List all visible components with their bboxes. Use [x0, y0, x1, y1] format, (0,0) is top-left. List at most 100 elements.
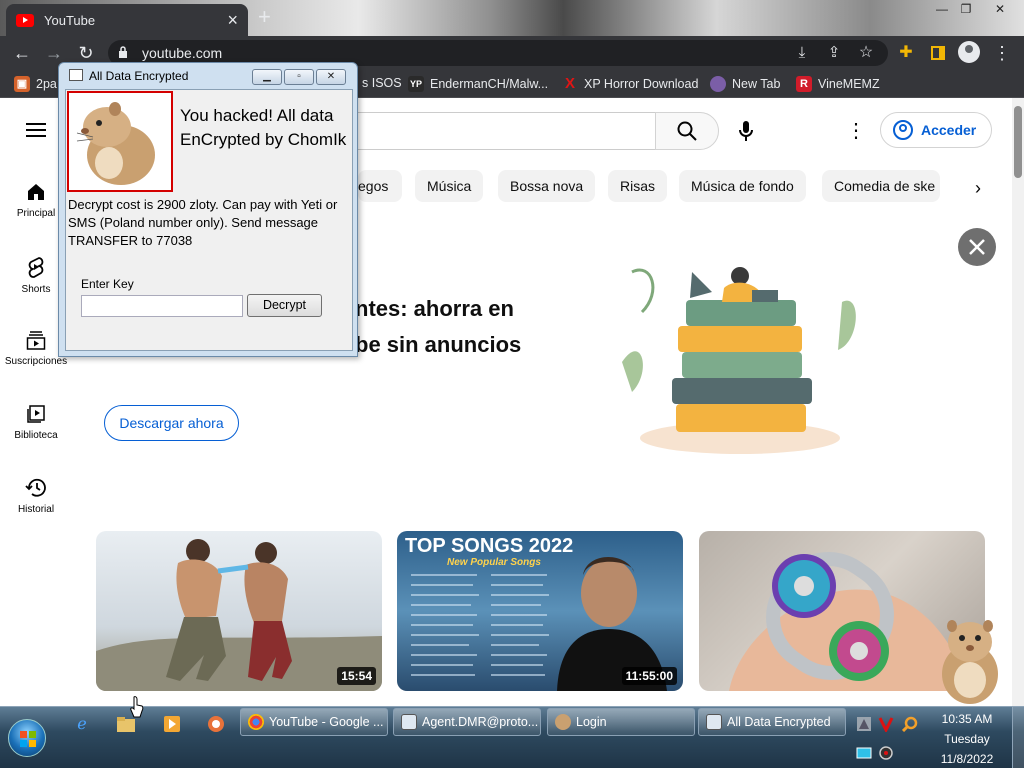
chip-label: Música — [427, 178, 472, 194]
search-button[interactable] — [655, 112, 719, 150]
antivirus-v-icon[interactable] — [878, 716, 894, 732]
chip-risas[interactable]: Risas — [608, 170, 668, 202]
taskbar-button-youtube[interactable]: YouTube - Google ... — [240, 708, 388, 736]
bookmark-item[interactable]: New Tab — [710, 76, 780, 92]
taskbar-button-label: YouTube - Google ... — [269, 715, 384, 729]
subscriptions-icon — [26, 331, 46, 350]
dialog-maximize-button[interactable]: ▫ — [284, 69, 314, 85]
system-clock[interactable]: 10:35 AM Tuesday 11/8/2022 — [930, 709, 1004, 768]
sidebar-item-library[interactable]: Biblioteca — [0, 404, 72, 441]
clock-time: 10:35 AM — [941, 712, 993, 726]
start-button[interactable] — [8, 719, 46, 757]
ransom-message: Decrypt cost is 2900 zloty. Can pay with… — [68, 197, 338, 248]
microphone-icon[interactable] — [736, 120, 756, 142]
bookmark-item[interactable]: s ISOS — [362, 76, 402, 90]
bookmark-item[interactable]: YP EndermanCH/Malw... — [408, 76, 548, 92]
chip-label: Música de fondo — [691, 178, 794, 194]
chip-bossa-nova[interactable]: Bossa nova — [498, 170, 596, 202]
share-icon[interactable]: ⇪ — [822, 41, 846, 65]
url-text: youtube.com — [142, 45, 223, 61]
browser-menu-icon[interactable]: ⋮ — [990, 41, 1014, 65]
browser-tab-youtube[interactable]: YouTube × — [6, 4, 248, 36]
bookmark-star-icon[interactable]: ☆ — [854, 41, 878, 65]
network-icon[interactable] — [856, 745, 872, 761]
window-icon — [706, 714, 722, 730]
decrypt-button[interactable]: Decrypt — [247, 294, 322, 317]
search-tray-icon[interactable] — [902, 716, 918, 732]
close-window-button[interactable]: ✕ — [980, 0, 1020, 18]
tab-strip: YouTube × + — ❐ ✕ — [0, 0, 1024, 36]
banner-headline-line1: ntes: ahorra en — [355, 296, 514, 321]
tray-app-icon[interactable] — [856, 716, 872, 732]
bookmark-label: New Tab — [732, 77, 781, 91]
youtube-favicon-icon — [16, 13, 34, 27]
sign-in-button[interactable]: Acceder — [880, 112, 992, 148]
dialog-minimize-button[interactable]: ▁ — [252, 69, 282, 85]
clock-date: 11/8/2022 — [940, 752, 994, 766]
chip-label: Risas — [620, 178, 656, 194]
close-icon — [969, 239, 985, 255]
internet-explorer-icon[interactable]: ℯ — [72, 715, 92, 735]
chip-label: egos — [358, 178, 389, 194]
media-player-icon[interactable] — [162, 715, 182, 735]
app-icon[interactable] — [206, 715, 226, 735]
hamster-overlay-image — [942, 620, 998, 704]
chip-label: Bossa nova — [510, 178, 584, 194]
window-icon — [69, 69, 83, 81]
video-duration: 11:55:00 — [621, 667, 677, 685]
show-desktop-button[interactable] — [1012, 707, 1024, 768]
ransom-dialog-window: All Data Encrypted ▁ ▫ ✕ You hacked! All… — [58, 62, 358, 357]
menu-hamburger-icon[interactable] — [26, 123, 46, 137]
scrollbar-thumb[interactable] — [1014, 106, 1022, 178]
decrypt-key-input[interactable] — [81, 295, 243, 317]
extensions-icon[interactable]: ✚ — [894, 41, 918, 65]
restore-window-button[interactable]: ❐ — [954, 0, 978, 18]
bookmark-item[interactable]: R VineMEMZ — [796, 76, 880, 92]
bookmark-item[interactable]: X XP Horror Download — [562, 76, 698, 92]
window-icon — [401, 714, 417, 730]
dialog-body: You hacked! All data EnCrypted by ChomIk… — [65, 89, 353, 351]
close-tab-icon[interactable]: × — [227, 11, 238, 29]
yp-icon: YP — [408, 76, 424, 92]
minimize-window-button[interactable]: — — [930, 0, 954, 18]
volume-icon[interactable] — [878, 745, 894, 761]
more-options-icon[interactable]: ⋮ — [846, 120, 866, 142]
home-icon — [28, 184, 44, 200]
chip-comedia[interactable]: Comedia de ske — [822, 170, 940, 202]
taskbar-button-agent[interactable]: Agent.DMR@proto... — [393, 708, 541, 736]
chip-musica[interactable]: Música — [415, 170, 484, 202]
search-icon — [677, 121, 697, 141]
chip-label: Comedia de ske — [834, 178, 936, 194]
chevron-right-icon[interactable]: › — [968, 178, 988, 198]
sidebar-label: Suscripciones — [4, 356, 68, 367]
page-scrollbar[interactable] — [1012, 98, 1024, 706]
bookmark-label: s ISOS — [362, 76, 402, 90]
download-now-button[interactable]: Descargar ahora — [104, 405, 239, 441]
taskbar-button-login[interactable]: Login — [547, 708, 695, 736]
back-icon[interactable]: ← — [10, 41, 34, 65]
profile-avatar-icon[interactable] — [958, 41, 980, 63]
sidepanel-icon[interactable] — [926, 41, 950, 65]
chip-juegos[interactable]: egos — [358, 170, 402, 202]
chip-musica-de-fondo[interactable]: Música de fondo — [679, 170, 806, 202]
new-tab-button[interactable]: + — [258, 5, 271, 29]
taskbar-button-label: Login — [576, 715, 607, 729]
globe-icon — [710, 76, 726, 92]
taskbar-button-all-data-encrypted[interactable]: All Data Encrypted — [698, 708, 846, 736]
tab-title: YouTube — [44, 12, 96, 28]
bag-icon: ▣ — [14, 76, 30, 92]
video-thumbnail[interactable]: TOP SONGS 2022 New Popular Songs 11:55:0… — [397, 531, 683, 691]
sidebar-item-history[interactable]: Historial — [0, 478, 72, 515]
bookmark-item[interactable]: ▣ 2pa — [14, 76, 57, 92]
sidebar-label: Historial — [17, 504, 55, 515]
install-icon[interactable]: ⤓ — [790, 41, 814, 65]
thumbnail-subtitle-overlay: New Popular Songs — [447, 557, 541, 568]
video-thumbnail[interactable]: 15:54 — [96, 531, 382, 691]
shorts-icon — [28, 257, 44, 278]
bookmark-label: VineMEMZ — [818, 77, 880, 91]
dialog-close-button[interactable]: ✕ — [316, 69, 346, 85]
explorer-folder-icon[interactable] — [116, 715, 136, 735]
thumbnail-title-overlay: TOP SONGS 2022 — [405, 535, 574, 557]
close-banner-button[interactable] — [958, 228, 996, 266]
history-icon — [25, 478, 46, 497]
